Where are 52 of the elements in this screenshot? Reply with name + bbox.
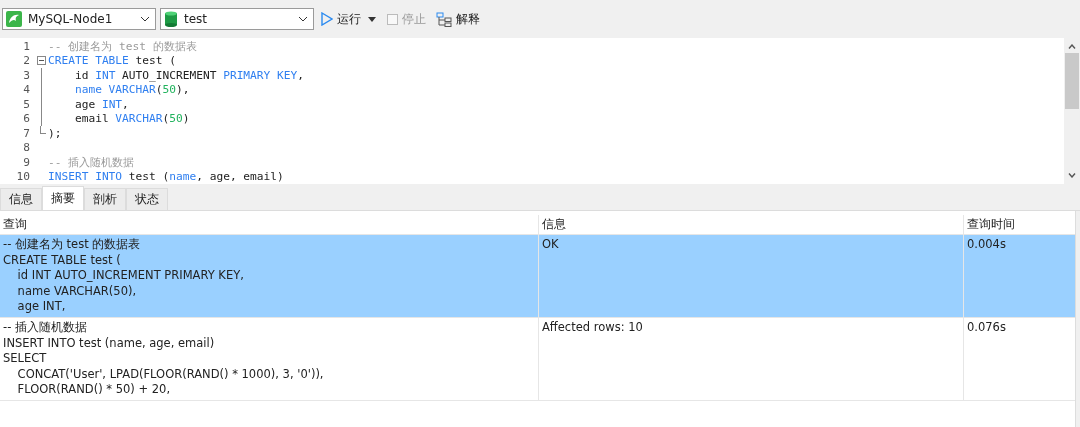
caret-icon <box>140 16 150 22</box>
run-button[interactable]: 运行 <box>318 8 364 30</box>
caret-icon <box>298 16 308 22</box>
result-row[interactable]: -- 插入随机数据 INSERT INTO test (name, age, email) SELECT CONCAT('User', LPAD(FLOOR(RAND() * 1000), 3, '0')), FLOOR(RAND() * 50) + 20, Affected rows: 10 0.076s <box>0 317 1075 401</box>
explain-button[interactable]: 解释 <box>433 8 483 30</box>
code-line: ); <box>48 126 62 140</box>
code-line: name VARCHAR(50), <box>73 83 190 97</box>
line-number: 9 <box>22 155 31 169</box>
database-icon <box>164 11 178 27</box>
tab[interactable]: 摘要 <box>42 186 84 210</box>
code-line: age INT, <box>73 97 129 111</box>
stop-icon <box>387 13 398 25</box>
scrollbar-thumb[interactable] <box>1065 53 1079 109</box>
chevron-up-icon[interactable] <box>1068 44 1076 49</box>
database-name: test <box>184 12 208 26</box>
line-number: 2 <box>22 54 31 68</box>
code-line: INSERT INTO test (name, age, email) <box>48 170 284 184</box>
code-line: -- 创建名为 test 的数据表 <box>48 38 197 54</box>
result-row[interactable]: -- 创建名为 test 的数据表 CREATE TABLE test ( id INT AUTO_INCREMENT PRIMARY KEY, name VARCHAR(50), age INT, OK 0.004s <box>0 235 1075 317</box>
tab[interactable]: 信息 <box>0 188 42 210</box>
column-header[interactable]: 查询时间 <box>963 215 1075 234</box>
code-line: -- 插入随机数据 <box>48 154 135 170</box>
connection-name: MySQL-Node1 <box>28 12 113 26</box>
column-header[interactable]: 查询 <box>0 215 538 234</box>
line-number: 5 <box>22 97 31 111</box>
line-number: 7 <box>22 126 31 140</box>
code-line: email VARCHAR(50) <box>73 112 190 126</box>
diagram-icon <box>436 11 452 27</box>
tab[interactable]: 剖析 <box>84 188 126 210</box>
line-number: 3 <box>22 68 31 82</box>
connection-dropdown[interactable]: MySQL-Node1 <box>2 8 156 30</box>
line-number: 6 <box>22 112 31 126</box>
line-number: 10 <box>15 170 31 184</box>
line-number: 1 <box>22 39 31 53</box>
play-icon <box>321 12 333 26</box>
line-number: 8 <box>22 141 31 155</box>
fold-end-line <box>40 126 46 134</box>
caret-icon[interactable] <box>368 16 376 22</box>
database-dropdown[interactable]: test <box>160 8 314 30</box>
chevron-down-icon[interactable] <box>1068 173 1076 178</box>
code-line: id INT AUTO_INCREMENT PRIMARY KEY, <box>73 68 304 82</box>
table-cell: 0.076s <box>963 318 1075 400</box>
table-cell-text: -- 插入随机数据 INSERT INTO test (name, age, email) SELECT CONCAT('User', LPAD(FLOOR(RAND() * 1000), 3, '0')), FLOOR(RAND() * 50) + 20, <box>2 319 325 398</box>
fold-minus-icon[interactable] <box>36 56 46 66</box>
table-cell: 0.004s <box>963 235 1075 317</box>
code-line: CREATE TABLE test ( <box>48 54 176 68</box>
line-number: 4 <box>22 83 31 97</box>
table-cell-text: -- 创建名为 test 的数据表 CREATE TABLE test ( id INT AUTO_INCREMENT PRIMARY KEY, name VARCHAR(50), age INT, <box>2 236 245 315</box>
tab[interactable]: 状态 <box>126 188 168 210</box>
table-cell: Affected rows: 10 <box>538 318 963 400</box>
column-header[interactable]: 信息 <box>538 215 963 234</box>
table-cell: OK <box>538 235 963 317</box>
